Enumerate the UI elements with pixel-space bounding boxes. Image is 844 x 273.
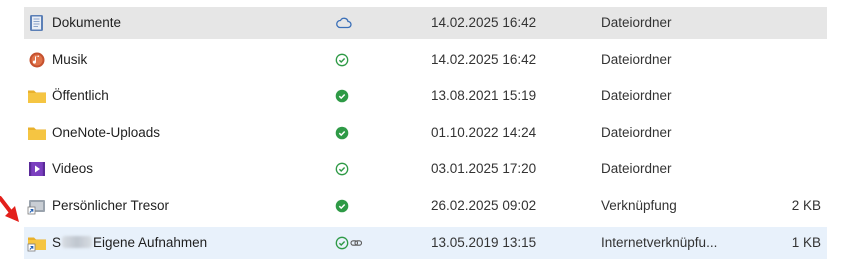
file-type: Dateiordner — [601, 124, 672, 140]
file-name: S Eigene Aufnahmen — [52, 235, 207, 250]
check-outline-icon — [334, 52, 370, 68]
file-name: Öffentlich — [52, 88, 109, 104]
list-item[interactable]: Dokumente 14.02.2025 16:42 Dateiordner — [24, 7, 827, 39]
videos-folder-icon — [27, 160, 47, 178]
file-name: OneNote-Uploads — [52, 124, 161, 140]
file-type: Internetverknüpfu... — [601, 234, 718, 250]
list-item[interactable]: OneNote-Uploads 01.10.2022 14:24 Dateior… — [24, 117, 827, 149]
check-outline-link-icon — [334, 235, 370, 251]
file-list: Dokumente 14.02.2025 16:42 Dateiordner M… — [0, 7, 844, 263]
vault-shortcut-icon — [27, 197, 47, 215]
folder-icon — [27, 87, 47, 105]
modified-date: 14.02.2025 16:42 — [431, 15, 537, 30]
redacted-text — [62, 235, 93, 248]
file-size: 2 KB — [791, 197, 821, 213]
modified-date: 13.08.2021 15:19 — [431, 88, 537, 104]
check-filled-icon — [334, 198, 370, 214]
folder-shortcut-icon — [27, 234, 47, 252]
modified-date: 01.10.2022 14:24 — [431, 124, 537, 140]
file-name: Persönlicher Tresor — [52, 197, 170, 213]
modified-date: 03.01.2025 17:20 — [431, 161, 537, 177]
file-name: Musik — [52, 51, 88, 67]
check-outline-icon — [334, 161, 370, 177]
modified-date: 13.05.2019 13:15 — [431, 234, 537, 250]
check-filled-icon — [334, 88, 370, 104]
list-item[interactable]: Videos 03.01.2025 17:20 Dateiordner — [24, 153, 827, 185]
list-item[interactable]: Musik 14.02.2025 16:42 Dateiordner — [24, 44, 827, 76]
documents-folder-icon — [27, 14, 47, 32]
list-item[interactable]: S Eigene Aufnahmen 13.05.2019 13:15 Inter… — [24, 226, 827, 259]
list-item[interactable]: Persönlicher Tresor 26.02.2025 09:02 Ver… — [24, 190, 827, 222]
red-arrow-icon — [0, 196, 19, 222]
file-type: Dateiordner — [601, 15, 672, 30]
file-type: Dateiordner — [601, 161, 672, 177]
check-filled-icon — [334, 125, 370, 141]
file-name-rest: Eigene Aufnahmen — [93, 234, 208, 250]
file-name: Dokumente — [52, 15, 122, 30]
cloud-icon — [334, 15, 370, 31]
modified-date: 14.02.2025 16:42 — [431, 51, 537, 67]
modified-date: 26.02.2025 09:02 — [431, 197, 537, 213]
folder-icon — [27, 124, 47, 142]
file-size: 1 KB — [791, 234, 821, 250]
file-name-prefix: S — [52, 234, 62, 250]
music-folder-icon — [27, 51, 47, 69]
file-name: Videos — [52, 161, 94, 177]
file-type: Dateiordner — [601, 51, 672, 67]
list-item[interactable]: Öffentlich 13.08.2021 15:19 Dateiordner — [24, 80, 827, 112]
file-type: Verknüpfung — [601, 197, 677, 213]
file-type: Dateiordner — [601, 88, 672, 104]
